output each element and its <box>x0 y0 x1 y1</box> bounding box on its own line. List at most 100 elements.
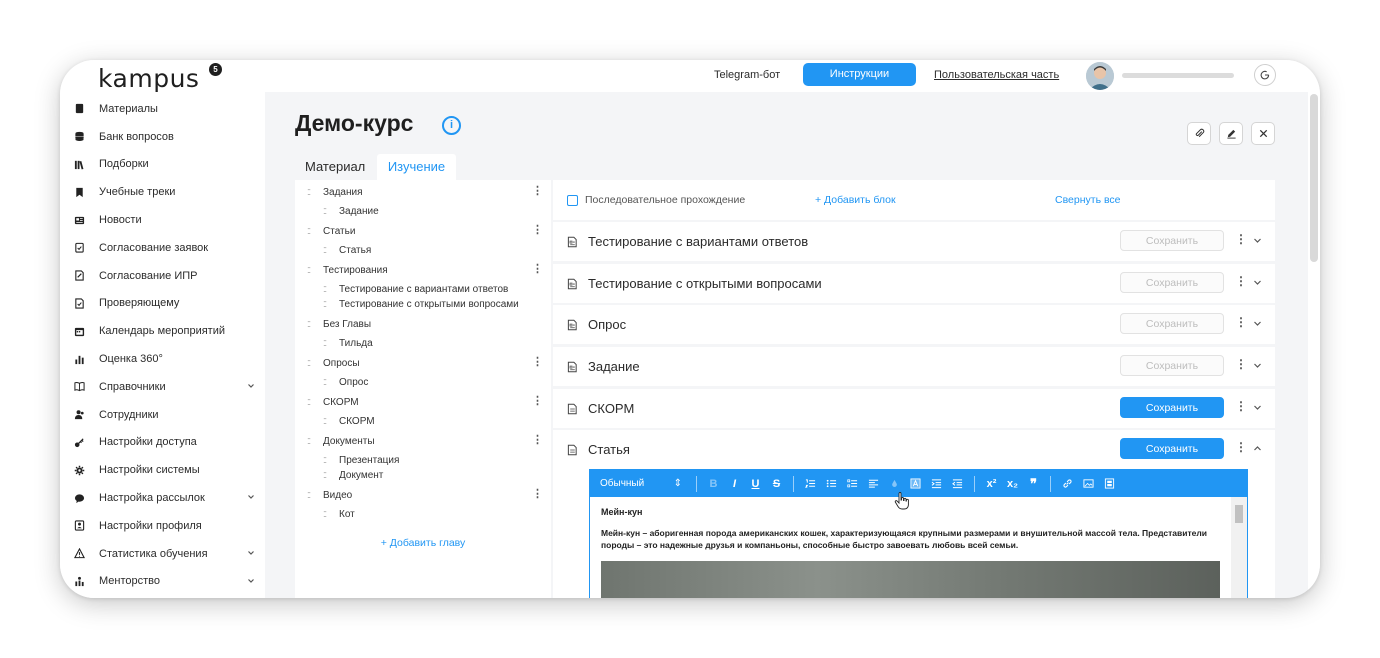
content-block[interactable]: Опрос Сохранить ⋮ <box>553 305 1275 344</box>
content-block[interactable]: СКОРМ Сохранить ⋮ <box>553 389 1275 428</box>
more-menu-icon[interactable]: ⋮ <box>1235 358 1247 370</box>
close-button[interactable] <box>1251 122 1275 145</box>
outline-chapter[interactable]: ⁚⁚ Задания ⋮ <box>295 184 551 200</box>
sidebar-item[interactable]: Подборки <box>60 151 265 179</box>
add-chapter-button[interactable]: + Добавить главу <box>295 537 551 549</box>
more-menu-icon[interactable]: ⋮ <box>1235 275 1247 287</box>
save-button[interactable]: Сохранить <box>1120 272 1224 293</box>
page-scrollbar[interactable] <box>1308 92 1320 598</box>
superscript-button[interactable]: x² <box>981 474 1002 494</box>
bullet-list-button[interactable] <box>821 474 842 494</box>
chevron-down-icon[interactable] <box>1253 236 1262 245</box>
kampus-logo[interactable]: kampus <box>98 64 199 93</box>
image-button[interactable] <box>1078 474 1099 494</box>
indent-button[interactable] <box>926 474 947 494</box>
ordered-list-button[interactable] <box>800 474 821 494</box>
more-menu-icon[interactable]: ⋮ <box>532 488 543 500</box>
sidebar-item[interactable]: Сотрудники <box>60 401 265 429</box>
more-menu-icon[interactable]: ⋮ <box>1235 233 1247 245</box>
more-menu-icon[interactable]: ⋮ <box>532 356 543 368</box>
sidebar-item[interactable]: Настройки профиля <box>60 512 265 540</box>
bold-button[interactable]: B <box>703 474 724 494</box>
drag-handle-icon[interactable]: ⁚⁚ <box>307 359 315 368</box>
avatar[interactable] <box>1086 62 1114 90</box>
edit-button[interactable] <box>1219 122 1243 145</box>
sidebar-item[interactable]: Согласование ИПР <box>60 262 265 290</box>
outline-item[interactable]: ⁚⁚ Тильда <box>295 335 551 351</box>
outdent-button[interactable] <box>947 474 968 494</box>
outline-item[interactable]: ⁚⁚ Задание <box>295 203 551 219</box>
collapse-all-button[interactable]: Свернуть все <box>1055 194 1121 206</box>
outline-chapter[interactable]: ⁚⁚ Тестирования ⋮ <box>295 262 551 278</box>
content-block[interactable]: Тестирование с вариантами ответов Сохрани… <box>553 222 1275 261</box>
outline-item[interactable]: ⁚⁚ Опрос <box>295 374 551 390</box>
highlight-button[interactable] <box>905 474 926 494</box>
outline-item[interactable]: ⁚⁚ Презентация <box>295 452 551 468</box>
sidebar-item[interactable]: Проверяющему <box>60 290 265 318</box>
outline-item[interactable]: ⁚⁚ СКОРМ <box>295 413 551 429</box>
align-button[interactable] <box>863 474 884 494</box>
more-menu-icon[interactable]: ⋮ <box>532 395 543 407</box>
sidebar-item[interactable]: Настройки доступа <box>60 429 265 457</box>
checklist-button[interactable] <box>842 474 863 494</box>
outline-chapter[interactable]: ⁚⁚ Опросы ⋮ <box>295 355 551 371</box>
user-part-link[interactable]: Пользовательская часть <box>934 69 1059 81</box>
text-color-button[interactable] <box>884 474 905 494</box>
drag-handle-icon[interactable]: ⁚⁚ <box>323 300 331 309</box>
italic-button[interactable]: I <box>724 474 745 494</box>
drag-handle-icon[interactable]: ⁚⁚ <box>323 471 331 480</box>
drag-handle-icon[interactable]: ⁚⁚ <box>323 339 331 348</box>
sidebar-item[interactable]: Учебные треки <box>60 178 265 206</box>
logout-button[interactable] <box>1254 64 1276 86</box>
sidebar-item[interactable]: Настройки системы <box>60 456 265 484</box>
editor-body[interactable]: Мейн-кун Мейн-кун – аборигенная порода а… <box>590 497 1231 598</box>
content-block[interactable]: Тестирование с открытыми вопросами Сохран… <box>553 264 1275 303</box>
drag-handle-icon[interactable]: ⁚⁚ <box>307 188 315 197</box>
drag-handle-icon[interactable]: ⁚⁚ <box>323 207 331 216</box>
chevron-down-icon[interactable] <box>1253 403 1262 412</box>
page-scrollbar-thumb[interactable] <box>1310 94 1318 262</box>
tab-material[interactable]: Материал <box>295 154 375 180</box>
link-button[interactable] <box>1057 474 1078 494</box>
editor-scrollbar[interactable] <box>1231 497 1247 598</box>
quote-button[interactable]: ❞ <box>1023 474 1044 494</box>
outline-chapter[interactable]: ⁚⁚ СКОРМ ⋮ <box>295 394 551 410</box>
save-button[interactable]: Сохранить <box>1120 355 1224 376</box>
outline-item[interactable]: ⁚⁚ Кот <box>295 506 551 522</box>
drag-handle-icon[interactable]: ⁚⁚ <box>307 491 315 500</box>
sidebar-item[interactable]: Календарь мероприятий <box>60 317 265 345</box>
more-menu-icon[interactable]: ⋮ <box>1235 400 1247 412</box>
sidebar-item[interactable]: Статистика обучения <box>60 540 265 568</box>
drag-handle-icon[interactable]: ⁚⁚ <box>307 398 315 407</box>
drag-handle-icon[interactable]: ⁚⁚ <box>323 456 331 465</box>
outline-chapter[interactable]: ⁚⁚ Без Главы <box>295 316 551 332</box>
sidebar-item[interactable]: Настройка рассылок <box>60 484 265 512</box>
sidebar-item[interactable]: Оценка 360° <box>60 345 265 373</box>
outline-chapter[interactable]: ⁚⁚ Статьи ⋮ <box>295 223 551 239</box>
outline-chapter[interactable]: ⁚⁚ Видео ⋮ <box>295 487 551 503</box>
drag-handle-icon[interactable]: ⁚⁚ <box>307 227 315 236</box>
video-button[interactable] <box>1099 474 1120 494</box>
drag-handle-icon[interactable]: ⁚⁚ <box>323 246 331 255</box>
sidebar-item[interactable]: Менторство <box>60 568 265 596</box>
drag-handle-icon[interactable]: ⁚⁚ <box>323 285 331 294</box>
more-menu-icon[interactable]: ⋮ <box>532 263 543 275</box>
outline-item[interactable]: ⁚⁚ Статья <box>295 242 551 258</box>
outline-item[interactable]: ⁚⁚ Тестирование с вариантами ответов <box>295 281 551 297</box>
save-button[interactable]: Сохранить <box>1120 397 1224 418</box>
more-menu-icon[interactable]: ⋮ <box>532 434 543 446</box>
drag-handle-icon[interactable]: ⁚⁚ <box>307 266 315 275</box>
tab-study[interactable]: Изучение <box>377 154 456 180</box>
attach-button[interactable] <box>1187 122 1211 145</box>
drag-handle-icon[interactable]: ⁚⁚ <box>323 417 331 426</box>
add-block-button[interactable]: + Добавить блок <box>815 194 896 206</box>
chevron-down-icon[interactable] <box>1253 319 1262 328</box>
telegram-bot-link[interactable]: Telegram-бот <box>714 69 780 81</box>
chevron-down-icon[interactable] <box>1253 278 1262 287</box>
subscript-button[interactable]: x₂ <box>1002 474 1023 494</box>
drag-handle-icon[interactable]: ⁚⁚ <box>323 510 331 519</box>
chevron-up-icon[interactable] <box>1253 444 1262 453</box>
outline-chapter[interactable]: ⁚⁚ Документы ⋮ <box>295 433 551 449</box>
sidebar-item[interactable]: Новости <box>60 206 265 234</box>
rich-text-editor[interactable]: Обычный ⇕ B I U S x² x₂ ❞ Мейн-кун Мейн-… <box>589 469 1248 598</box>
